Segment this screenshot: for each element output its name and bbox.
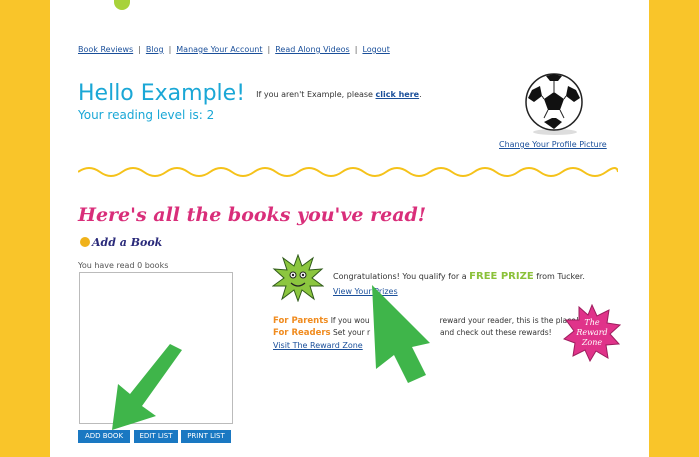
soccer-ball-icon[interactable]	[522, 72, 586, 140]
arrow-to-add-book	[106, 344, 190, 438]
readers-text-start: Set your r	[333, 328, 371, 337]
prize-message-suffix: from Tucker.	[536, 272, 585, 281]
parents-text-end: reward your reader, this is the place!	[439, 316, 579, 325]
left-border	[0, 0, 50, 457]
visit-reward-zone-link[interactable]: Visit The Reward Zone	[273, 341, 363, 350]
nav-book-reviews[interactable]: Book Reviews	[78, 45, 133, 54]
nav-separator: |	[267, 45, 271, 54]
free-prize-label: FREE PRIZE	[469, 271, 534, 282]
badge-line-3: Zone	[581, 338, 603, 347]
badge-line-2: Reward	[575, 328, 607, 337]
arrow-to-view-prizes	[366, 283, 436, 399]
reward-zone-badge[interactable]: The Reward Zone	[562, 303, 622, 366]
prize-message-prefix: Congratulations! You qualify for a	[333, 272, 467, 281]
wavy-divider	[77, 164, 619, 183]
notice-period: .	[419, 90, 422, 99]
badge-line-1: The	[584, 318, 599, 327]
not-you-notice: If you aren't Example, please click here…	[256, 90, 422, 99]
right-border	[649, 0, 699, 457]
readers-text-end: and check out these rewards!	[440, 328, 552, 337]
add-icon	[80, 237, 90, 247]
not-you-text: If you aren't Example, please	[256, 90, 373, 99]
books-heading: Here's all the books you've read!	[78, 204, 427, 226]
reading-level: Your reading level is: 2	[78, 108, 215, 122]
nav-separator: |	[168, 45, 172, 54]
nav-logout[interactable]: Logout	[362, 45, 389, 54]
nav-separator: |	[354, 45, 358, 54]
click-here-link[interactable]: click here	[376, 90, 420, 99]
greeting: Hello Example! If you aren't Example, pl…	[78, 81, 422, 106]
prize-message: Congratulations! You qualify for a FREE …	[333, 271, 585, 282]
tucker-mascot-icon	[271, 253, 325, 306]
nav-separator: |	[138, 45, 141, 54]
hello-title: Hello Example!	[78, 81, 246, 106]
add-book-label: Add a Book	[92, 236, 163, 249]
nav-blog[interactable]: Blog	[146, 45, 164, 54]
readers-label: For Readers	[273, 328, 331, 338]
parents-label: For Parents	[273, 316, 329, 326]
nav-manage-account[interactable]: Manage Your Account	[176, 45, 262, 54]
add-book-link[interactable]: Add a Book	[80, 236, 162, 249]
nav-read-along-videos[interactable]: Read Along Videos	[275, 45, 350, 54]
change-profile-picture-link[interactable]: Change Your Profile Picture	[499, 140, 607, 149]
parents-text-start: If you wou	[330, 316, 370, 325]
books-count: You have read 0 books	[78, 261, 169, 270]
top-nav: Book Reviews | Blog | Manage Your Account | Re…	[78, 45, 390, 54]
